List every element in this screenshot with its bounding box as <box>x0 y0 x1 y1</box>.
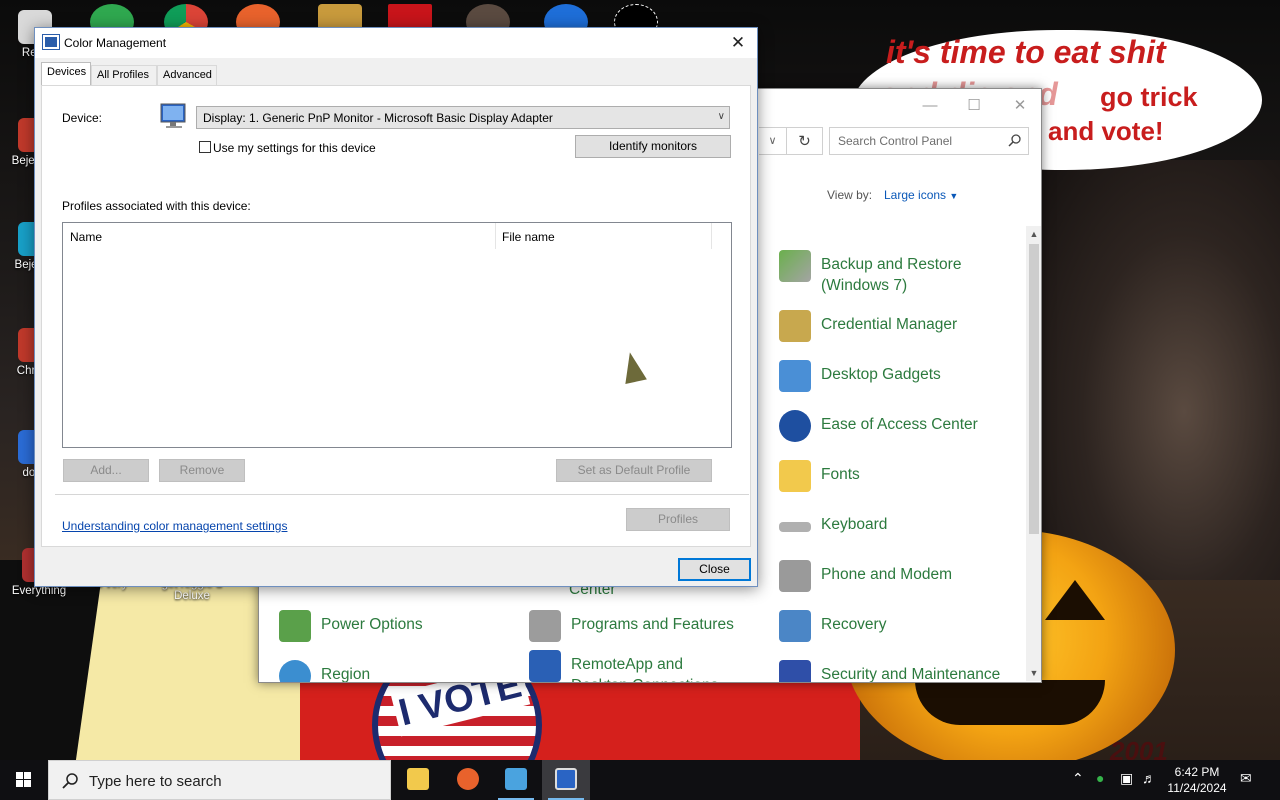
dialog-title: Color Management <box>64 36 167 50</box>
device-select[interactable]: Display: 1. Generic PnP Monitor - Micros… <box>196 106 730 129</box>
speech-line-3: and vote! <box>1048 116 1164 146</box>
wallpaper-tree <box>1040 160 1280 580</box>
column-header-file-name[interactable]: File name <box>495 223 711 249</box>
monitor-icon <box>555 768 577 790</box>
cp-item-credential-manager[interactable]: Credential Manager <box>779 310 957 342</box>
taskbar-file-explorer[interactable] <box>394 760 442 800</box>
monitor-icon <box>160 103 186 128</box>
cp-item-power-options[interactable]: Power Options <box>279 610 423 642</box>
search-control-panel-input[interactable]: Search Control Panel <box>829 127 1029 155</box>
notifications-icon[interactable]: ✉ <box>1240 770 1252 787</box>
cp-item-desktop-gadgets[interactable]: Desktop Gadgets <box>779 360 941 392</box>
close-button[interactable]: Close <box>678 558 751 581</box>
fonts-icon <box>779 460 811 492</box>
taskbar-search-box[interactable]: Type here to search <box>48 760 391 800</box>
speech-line-1: it's time to eat shit <box>886 34 1166 70</box>
color-management-icon <box>42 34 60 50</box>
region-icon <box>279 660 311 682</box>
keyboard-icon <box>779 522 811 532</box>
cp-item-ease-of-access[interactable]: Ease of Access Center <box>779 410 978 442</box>
close-icon[interactable]: ✕ <box>727 32 749 54</box>
refresh-icon[interactable]: ↻ <box>787 127 823 155</box>
tab-devices[interactable]: Devices <box>41 62 91 86</box>
start-button[interactable] <box>0 760 48 800</box>
device-select-value: Display: 1. Generic PnP Monitor - Micros… <box>203 111 553 125</box>
set-default-profile-button[interactable]: Set as Default Profile <box>556 459 712 482</box>
taskbar-search-placeholder: Type here to search <box>89 773 222 790</box>
recovery-icon <box>779 610 811 642</box>
understanding-color-management-link[interactable]: Understanding color management settings <box>62 519 287 533</box>
minimize-button[interactable]: — <box>915 95 945 117</box>
column-divider[interactable] <box>711 223 712 249</box>
power-icon <box>279 610 311 642</box>
identify-monitors-button[interactable]: Identify monitors <box>575 135 731 158</box>
scroll-down-icon[interactable]: ▼ <box>1026 665 1041 681</box>
chevron-down-icon: ∨ <box>717 111 725 122</box>
view-by-dropdown[interactable]: Large icons ▼ <box>884 188 958 202</box>
view-by-label: View by: <box>827 188 873 202</box>
search-icon <box>62 773 78 789</box>
tab-all-profiles[interactable]: All Profiles <box>91 65 157 85</box>
close-button[interactable]: ✕ <box>1005 95 1035 117</box>
column-header-name[interactable]: Name <box>63 223 495 249</box>
app-tray-icon[interactable]: ● <box>1096 770 1104 786</box>
color-management-dialog[interactable]: Color Management ✕ Devices All Profiles … <box>34 27 758 587</box>
divider <box>55 494 749 495</box>
cp-item-remoteapp[interactable]: RemoteApp and Desktop Connections <box>529 650 729 682</box>
volume-icon[interactable]: ♬ <box>1142 770 1156 786</box>
remove-profile-button[interactable]: Remove <box>159 459 245 482</box>
backup-icon <box>779 250 811 282</box>
search-icon <box>1008 134 1021 147</box>
taskbar: Type here to search ⌃ ● ▣ ♬ 6:42 PM 11/2… <box>0 760 1280 800</box>
firefox-icon <box>457 768 479 790</box>
profiles-label: Profiles associated with this device: <box>62 199 251 213</box>
device-label: Device: <box>62 111 103 125</box>
scroll-thumb[interactable] <box>1029 244 1039 534</box>
cp-item-phone-modem[interactable]: Phone and Modem <box>779 560 952 592</box>
security-flag-icon <box>779 660 811 682</box>
profiles-list[interactable]: Name File name <box>62 222 732 448</box>
cp-item-recovery[interactable]: Recovery <box>779 610 886 642</box>
taskbar-firefox[interactable] <box>444 760 492 800</box>
taskbar-control-panel[interactable] <box>492 760 540 800</box>
use-my-settings-label[interactable]: Use my settings for this device <box>213 141 376 155</box>
clock-time: 6:42 PM <box>1174 765 1220 779</box>
maximize-button[interactable]: ☐ <box>959 95 989 117</box>
folder-icon <box>407 768 429 790</box>
gadgets-icon <box>779 360 811 392</box>
cp-item-region[interactable]: Region <box>279 660 370 682</box>
wallpaper-year-text: 2001 <box>1110 736 1168 760</box>
credential-icon <box>779 310 811 342</box>
cp-item-backup-restore[interactable]: Backup and Restore (Windows 7) <box>779 250 999 296</box>
search-placeholder: Search Control Panel <box>838 134 953 148</box>
cp-item-programs-features[interactable]: Programs and Features <box>529 610 734 642</box>
taskbar-clock[interactable]: 6:42 PM 11/24/2024 <box>1160 764 1234 796</box>
windows-logo-icon <box>16 772 31 787</box>
network-icon[interactable]: ▣ <box>1120 770 1133 787</box>
show-hidden-icons-chevron[interactable]: ⌃ <box>1072 770 1084 787</box>
vertical-scrollbar[interactable]: ▲ ▼ <box>1026 226 1041 681</box>
tab-advanced[interactable]: Advanced <box>157 65 217 85</box>
cp-item-fonts[interactable]: Fonts <box>779 460 860 492</box>
cp-item-keyboard[interactable]: Keyboard <box>779 514 887 535</box>
speech-line-2: go trick <box>1100 82 1198 112</box>
scroll-up-icon[interactable]: ▲ <box>1026 226 1041 242</box>
clock-date: 11/24/2024 <box>1167 781 1227 795</box>
add-profile-button[interactable]: Add... <box>63 459 149 482</box>
address-dropdown-icon[interactable]: ∨ <box>759 127 787 155</box>
profiles-button[interactable]: Profiles <box>626 508 730 531</box>
phone-icon <box>779 560 811 592</box>
dialog-titlebar[interactable]: Color Management ✕ <box>35 28 757 58</box>
use-my-settings-checkbox[interactable] <box>199 141 211 153</box>
taskbar-color-management[interactable] <box>542 760 590 800</box>
control-panel-icon <box>505 768 527 790</box>
remoteapp-icon <box>529 650 561 682</box>
cp-item-security-maintenance[interactable]: Security and Maintenance <box>779 660 1000 682</box>
programs-icon <box>529 610 561 642</box>
ease-of-access-icon <box>779 410 811 442</box>
